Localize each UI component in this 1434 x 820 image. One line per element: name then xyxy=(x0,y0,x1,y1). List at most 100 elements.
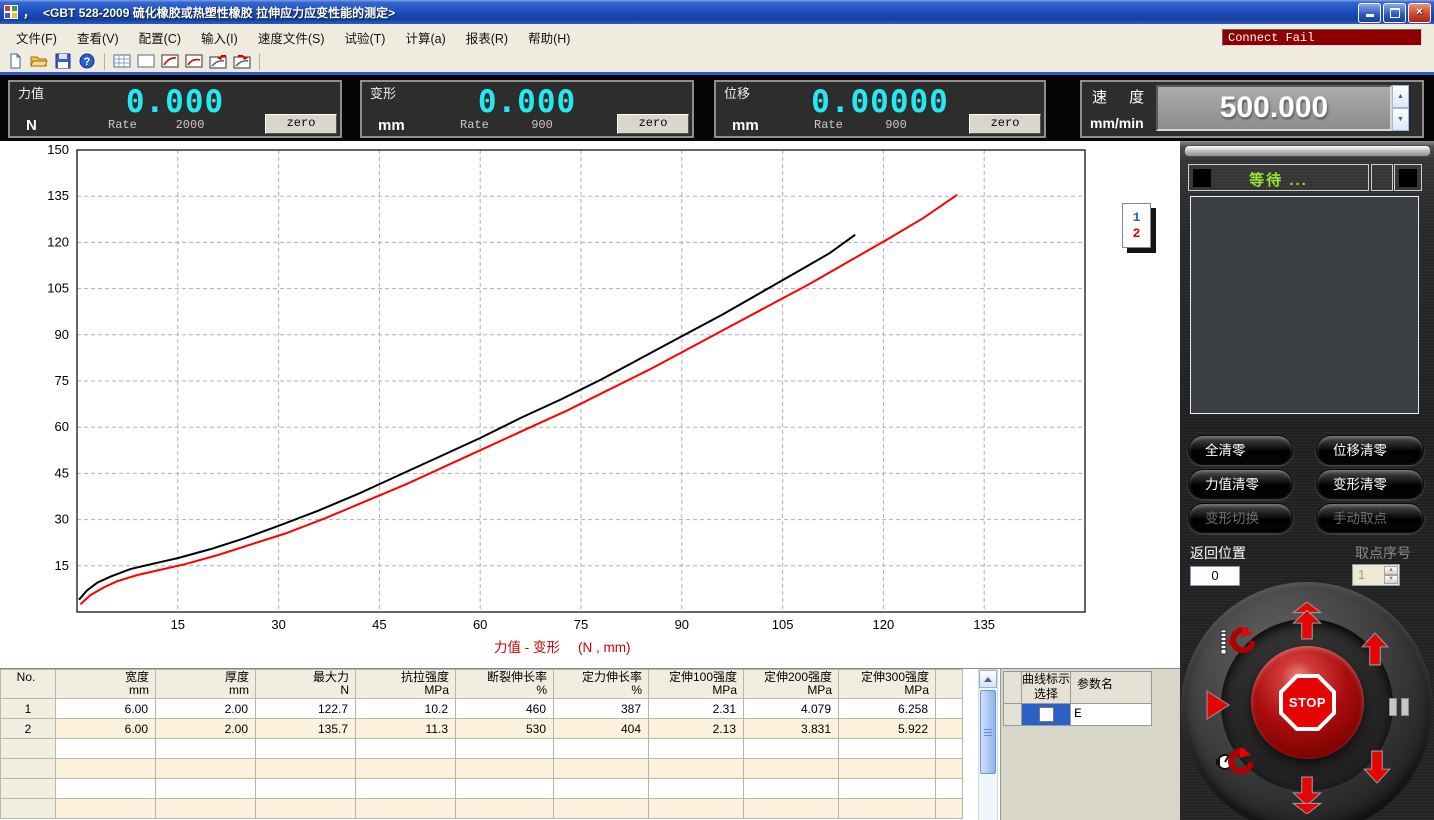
report-icon[interactable] xyxy=(136,52,156,70)
export-curve-icon[interactable] xyxy=(208,52,228,70)
panel-button[interactable]: 力值清零 xyxy=(1188,469,1293,499)
table-cell xyxy=(456,759,554,779)
speed-spin-up-icon[interactable]: ▲ xyxy=(1392,85,1409,108)
table-cell xyxy=(56,739,156,759)
save-icon[interactable] xyxy=(53,52,73,70)
application-window: ， <GBT 528-2009 硫化橡胶或热塑性橡胶 拉伸应力应变性能的测定> … xyxy=(0,0,1434,820)
legend-entry: 2 xyxy=(1133,226,1141,242)
panel-button: 手动取点 xyxy=(1316,503,1424,533)
menu-item[interactable]: 输入(I) xyxy=(191,25,248,50)
display-panel-strip: 速 度 mm/min 500.000 ▲ ▼ 力值0.000NRate2000z… xyxy=(0,72,1434,141)
panel-button[interactable]: 位移清零 xyxy=(1316,435,1424,465)
table-icon[interactable] xyxy=(112,52,132,70)
table-row[interactable] xyxy=(1,799,963,819)
table-row[interactable]: 16.002.00122.710.24603872.314.0796.258 xyxy=(1,699,963,719)
table-header-cell: 抗拉强度MPa xyxy=(356,670,456,699)
zero-button[interactable]: zero xyxy=(265,114,337,134)
jog-play-icon[interactable] xyxy=(1205,690,1231,725)
zero-button[interactable]: zero xyxy=(969,114,1041,134)
menu-item[interactable]: 配置(C) xyxy=(129,25,191,50)
point-spin-up-icon: ▲ xyxy=(1384,566,1398,575)
stop-label: STOP xyxy=(1289,695,1326,710)
table-cell: 6.258 xyxy=(839,699,936,719)
panel-button[interactable]: 全清零 xyxy=(1188,435,1293,465)
close-button[interactable]: × xyxy=(1408,3,1431,23)
panel-top-slider[interactable] xyxy=(1184,145,1431,157)
zero-button[interactable]: zero xyxy=(617,114,689,134)
menu-item[interactable]: 文件(F) xyxy=(6,25,67,50)
menu-item[interactable]: 试验(T) xyxy=(334,25,395,50)
table-cell xyxy=(356,799,456,819)
table-row[interactable]: 26.002.00135.711.35304042.133.8315.922 xyxy=(1,719,963,739)
menu-item[interactable]: 查看(V) xyxy=(67,25,129,50)
import-curve-icon[interactable] xyxy=(232,52,252,70)
curve-view-icon[interactable] xyxy=(160,52,180,70)
speed-spin-down-icon[interactable]: ▼ xyxy=(1392,108,1409,131)
curve-panel-corner xyxy=(1003,671,1022,704)
table-cell xyxy=(839,779,936,799)
table-cell: 2.00 xyxy=(156,719,256,739)
menu-item[interactable]: 计算(a) xyxy=(395,25,455,50)
minimize-button[interactable] xyxy=(1358,3,1381,23)
results-table: No.宽度mm厚度mm最大力N抗拉强度MPa断裂伸长率%定力伸长率%定伸100强… xyxy=(0,669,963,819)
fast-up-arrow-icon[interactable] xyxy=(1292,602,1322,645)
speed-gauge-down-icon[interactable] xyxy=(1215,746,1253,785)
curve-legend[interactable]: 12 xyxy=(1122,203,1151,248)
table-cell xyxy=(156,799,256,819)
table-cell xyxy=(1,759,56,779)
speed-unit: mm/min xyxy=(1090,115,1144,131)
svg-text:45: 45 xyxy=(55,465,69,480)
display-panel-3: 位移0.00000mmRate900zero xyxy=(714,80,1046,138)
open-file-icon[interactable] xyxy=(29,52,49,70)
svg-text:60: 60 xyxy=(55,419,69,434)
panel-button[interactable]: 变形清零 xyxy=(1316,469,1424,499)
table-header-row: No.宽度mm厚度mm最大力N抗拉强度MPa断裂伸长率%定力伸长率%定伸100强… xyxy=(1,670,963,699)
pause-icon[interactable] xyxy=(1387,698,1411,721)
speed-gauge-up-icon[interactable] xyxy=(1219,626,1255,665)
menu-item[interactable]: 报表(R) xyxy=(456,25,518,50)
speed-value-input[interactable]: 500.000 xyxy=(1156,85,1392,131)
curve-marker-checkbox[interactable] xyxy=(1039,707,1054,722)
scrollbar-thumb[interactable] xyxy=(980,690,996,774)
stop-dome[interactable]: STOP xyxy=(1251,646,1364,759)
svg-text:75: 75 xyxy=(55,373,69,388)
svg-text:15: 15 xyxy=(171,617,185,632)
display-panel-1: 力值0.000NRate2000zero xyxy=(8,80,342,138)
menu-item[interactable]: 帮助(H) xyxy=(518,25,580,50)
up-arrow-icon[interactable] xyxy=(1361,632,1389,671)
curve-red-icon[interactable] xyxy=(184,52,204,70)
table-row[interactable] xyxy=(1,759,963,779)
table-cell xyxy=(744,739,839,759)
table-cell xyxy=(839,739,936,759)
force-deformation-chart: 1530456075901051201351530456075901051201… xyxy=(0,141,1180,668)
table-cell: 460 xyxy=(456,699,554,719)
param-name-cell[interactable]: E xyxy=(1070,703,1152,726)
table-cell xyxy=(1,799,56,819)
table-cell xyxy=(936,759,963,779)
svg-text:120: 120 xyxy=(873,617,895,632)
return-position-input[interactable]: 0 xyxy=(1190,566,1240,586)
down-arrow-icon[interactable] xyxy=(1363,750,1391,789)
menu-item[interactable]: 速度文件(S) xyxy=(248,25,335,50)
help-icon[interactable]: ? xyxy=(77,52,97,70)
svg-text:60: 60 xyxy=(473,617,487,632)
stop-button[interactable]: STOP xyxy=(1279,674,1336,731)
table-row[interactable] xyxy=(1,779,963,799)
table-scrollbar[interactable] xyxy=(978,669,998,820)
table-row[interactable] xyxy=(1,739,963,759)
table-cell: 122.7 xyxy=(256,699,356,719)
table-cell xyxy=(936,699,963,719)
table-cell xyxy=(839,799,936,819)
fast-down-arrow-icon[interactable] xyxy=(1292,776,1322,819)
svg-text:150: 150 xyxy=(47,142,69,157)
table-cell xyxy=(649,739,744,759)
restore-button[interactable] xyxy=(1383,3,1406,23)
scrollbar-up-icon[interactable] xyxy=(979,670,997,688)
control-panel: 等待 ... 全清零位移清零力值清零变形清零变形切换手动取点 返回位置 取点序号… xyxy=(1180,141,1434,820)
new-file-icon[interactable] xyxy=(5,52,25,70)
table-header-cell: 定伸200强度MPa xyxy=(744,670,839,699)
table-cell xyxy=(744,779,839,799)
table-cell: 387 xyxy=(554,699,649,719)
table-cell: 2.31 xyxy=(649,699,744,719)
table-cell xyxy=(936,739,963,759)
